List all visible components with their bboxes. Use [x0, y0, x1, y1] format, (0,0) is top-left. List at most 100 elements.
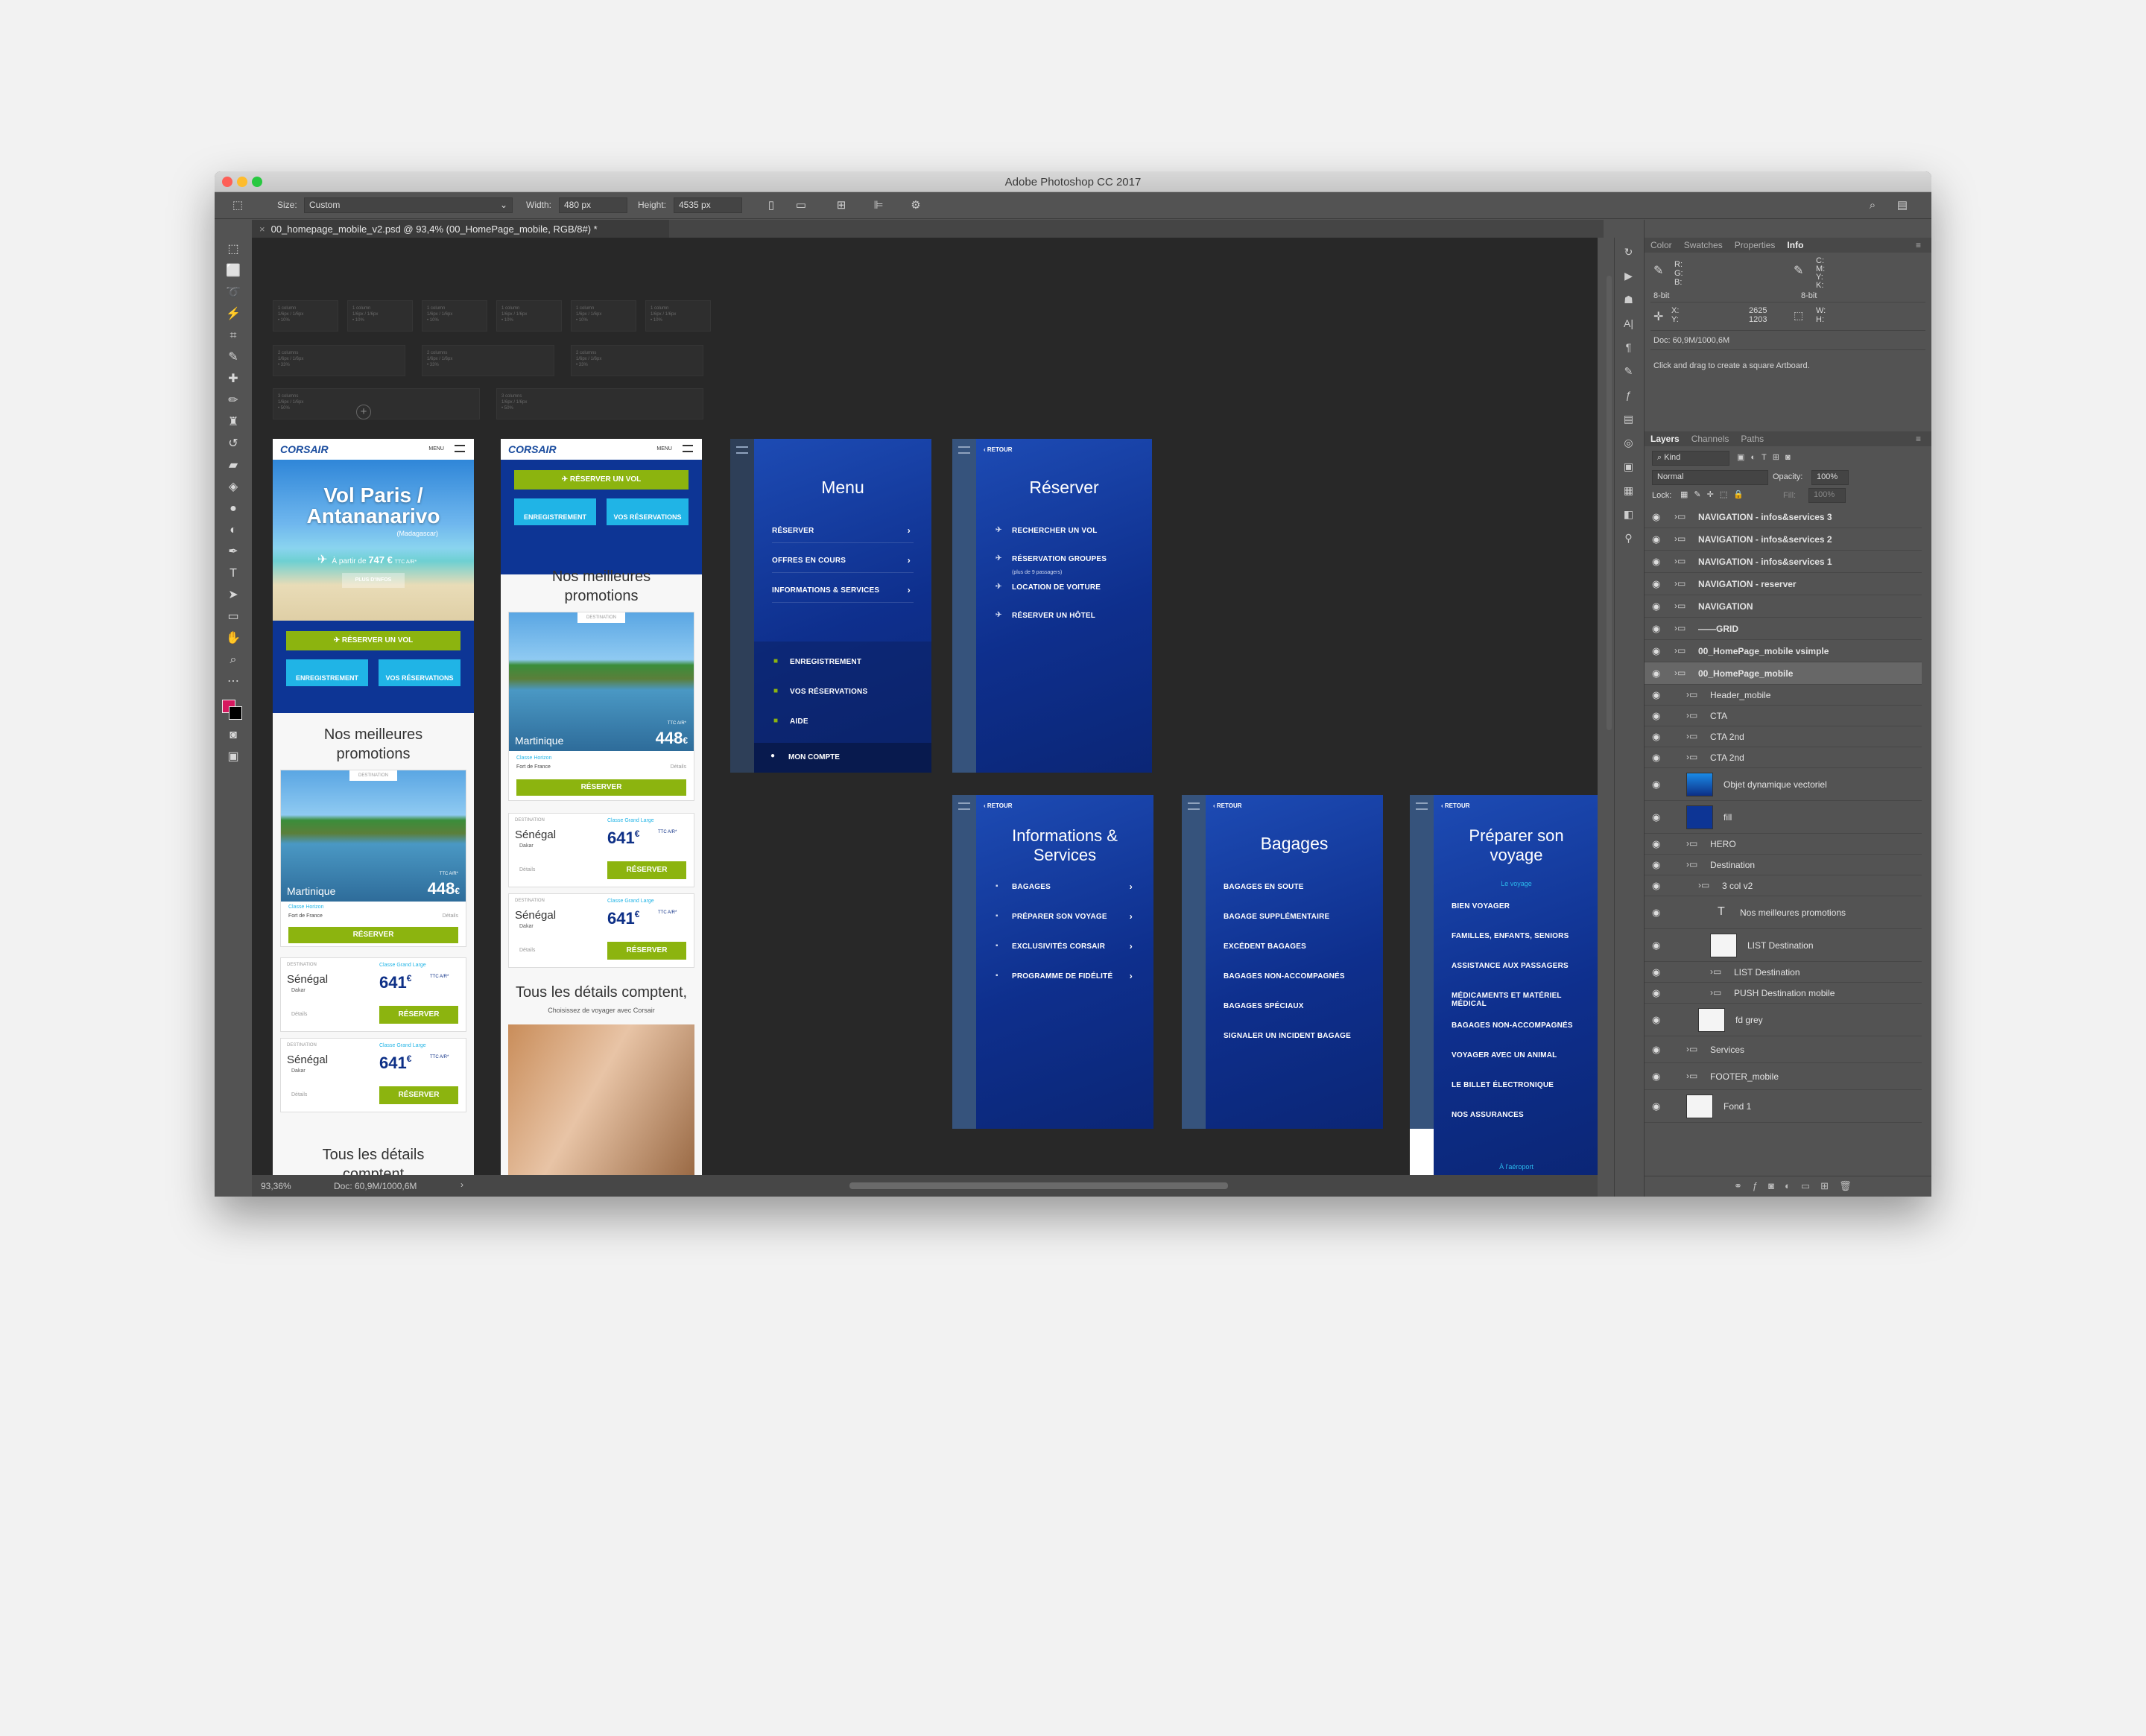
layer-row[interactable]: ◉ ›▭ PUSH Destination mobile: [1645, 983, 1922, 1004]
fx-icon[interactable]: ƒ: [1753, 1180, 1768, 1191]
eye-icon[interactable]: ◉: [1652, 689, 1660, 701]
screen-mode-icon[interactable]: ▣: [222, 747, 244, 767]
quick-mask-icon[interactable]: ◙: [222, 726, 244, 745]
preparer-item[interactable]: LE BILLET ÉLECTRONIQUE: [1452, 1071, 1581, 1097]
menu-item[interactable]: ■ VOS RÉSERVATIONS: [772, 677, 914, 704]
back-link[interactable]: ‹ RETOUR: [1213, 802, 1242, 809]
filter-icons[interactable]: ▣◐T⊞◙: [1737, 452, 1797, 462]
preparer-item[interactable]: NOS ASSURANCES: [1452, 1100, 1581, 1127]
eye-icon[interactable]: ◉: [1652, 578, 1660, 590]
preparer-item[interactable]: ASSISTANCE AUX PASSAGERS: [1452, 951, 1581, 978]
width-field[interactable]: 480 px: [559, 197, 627, 213]
layer-row[interactable]: ◉ ›▭ ——GRID: [1645, 618, 1922, 640]
eye-icon[interactable]: ◉: [1652, 940, 1660, 951]
reserve-flight-button[interactable]: ✈ RÉSERVER UN VOL: [286, 631, 460, 650]
eye-icon[interactable]: ◉: [1652, 907, 1660, 919]
infos-item[interactable]: ▪ EXCLUSIVITÉS CORSAIR ›: [994, 932, 1136, 959]
horizontal-scrollbar[interactable]: [849, 1182, 1228, 1189]
link-icon[interactable]: ⚭: [1734, 1180, 1753, 1191]
eye-icon[interactable]: ◉: [1652, 987, 1660, 999]
list-details[interactable]: Détails: [519, 948, 535, 953]
more-tools-icon[interactable]: ⋯: [222, 672, 244, 691]
gear-icon[interactable]: ⚙: [908, 197, 924, 214]
reserve-flight-button[interactable]: ✈ RÉSERVER UN VOL: [514, 470, 689, 490]
preparer-item[interactable]: BIEN VOYAGER: [1452, 892, 1581, 919]
blur-icon[interactable]: ●: [222, 499, 244, 519]
details-link[interactable]: Détails: [443, 913, 458, 919]
list-destination-card[interactable]: DESTINATION Classe Grand Large Sénégal Daka…: [280, 957, 466, 1032]
layer-row[interactable]: ◉ ›▭ Services: [1645, 1036, 1922, 1063]
character-icon[interactable]: A|: [1619, 314, 1639, 333]
pen-icon[interactable]: ✒: [222, 542, 244, 562]
preparer-bottom-link[interactable]: À l'aéroport: [1434, 1163, 1598, 1170]
add-artboard-plus-icon[interactable]: +: [356, 405, 371, 419]
eye-icon[interactable]: ◉: [1652, 779, 1660, 791]
layer-row[interactable]: ◉ ›▭ NAVIGATION - infos&services 3: [1645, 506, 1922, 528]
height-field[interactable]: 4535 px: [674, 197, 742, 213]
history-brush-icon[interactable]: ↺: [222, 434, 244, 454]
dodge-icon[interactable]: ◐: [222, 521, 244, 540]
menu-item[interactable]: RÉSERVER ›: [772, 516, 914, 543]
tab-properties[interactable]: Properties: [1729, 238, 1782, 253]
fill-field[interactable]: 100%: [1808, 488, 1846, 503]
infos-item[interactable]: ▪ PRÉPARER SON VOYAGE ›: [994, 902, 1136, 929]
layer-row[interactable]: ◉ ›▭ HERO: [1645, 834, 1922, 855]
path-select-icon[interactable]: ➤: [222, 586, 244, 605]
layer-kind-filter[interactable]: ⌕ Kind: [1652, 451, 1729, 466]
brush-icon[interactable]: ✏: [222, 391, 244, 411]
layer-row[interactable]: ◉ ›▭ CTA 2nd: [1645, 747, 1922, 768]
preparer-item[interactable]: VOYAGER AVEC UN ANIMAL: [1452, 1041, 1581, 1068]
hamburger-icon[interactable]: [683, 445, 693, 452]
reserve-button[interactable]: RÉSERVER: [288, 927, 458, 943]
checkin-button[interactable]: ENREGISTREMENT: [286, 659, 368, 686]
canvas-area[interactable]: 1 column 1/6px / 1/6px • 10% 1 column 1/6…: [252, 238, 1598, 1175]
tab-layers[interactable]: Layers: [1645, 431, 1686, 446]
new-layer-icon[interactable]: ⊞: [1820, 1180, 1839, 1191]
back-link[interactable]: ‹ RETOUR: [984, 446, 1013, 453]
list-reserve-button[interactable]: RÉSERVER: [607, 861, 686, 879]
infos-item[interactable]: ▪ BAGAGES ›: [994, 872, 1136, 899]
list-destination-card[interactable]: DESTINATION Classe Grand Large Sénégal Daka…: [508, 893, 694, 968]
menu-item[interactable]: OFFRES EN COURS ›: [772, 546, 914, 573]
folder-icon[interactable]: ▭: [1801, 1180, 1820, 1191]
add-artboard-icon[interactable]: ⊞: [833, 197, 849, 214]
panel-menu-icon[interactable]: ≡: [1910, 431, 1927, 446]
blend-mode-select[interactable]: Normal: [1652, 470, 1768, 485]
eye-icon[interactable]: ◉: [1652, 601, 1660, 612]
size-select[interactable]: Custom ⌄: [304, 197, 513, 213]
tab-channels[interactable]: Channels: [1686, 431, 1735, 446]
layer-row[interactable]: ◉ ›▭ 3 col v2: [1645, 875, 1922, 896]
eye-icon[interactable]: ◉: [1652, 880, 1660, 892]
document-tab[interactable]: × 00_homepage_mobile_v2.psd @ 93,4% (00_H…: [252, 220, 669, 238]
bagages-item[interactable]: BAGAGES NON-ACCOMPAGNÉS: [1224, 962, 1365, 989]
eye-icon[interactable]: ◉: [1652, 731, 1660, 743]
layer-row[interactable]: ◉ ›▭ FOOTER_mobile: [1645, 1063, 1922, 1090]
eye-icon[interactable]: ◉: [1652, 556, 1660, 568]
paragraph-icon[interactable]: ¶: [1619, 338, 1639, 357]
opacity-field[interactable]: 100%: [1811, 470, 1849, 485]
list-details[interactable]: Détails: [291, 1092, 307, 1097]
reserve-button[interactable]: RÉSERVER: [516, 779, 686, 796]
menu-item[interactable]: INFORMATIONS & SERVICES ›: [772, 576, 914, 603]
zoom-level[interactable]: 93,36%: [261, 1181, 291, 1191]
color-swatches[interactable]: [215, 694, 252, 723]
brush-settings-icon[interactable]: ✎: [1619, 361, 1639, 381]
menu-item[interactable]: ■ ENREGISTREMENT: [772, 647, 914, 674]
preparer-item[interactable]: FAMILLES, ENFANTS, SENIORS: [1452, 922, 1581, 948]
creative-cloud-icon[interactable]: ◎: [1619, 433, 1639, 452]
back-link[interactable]: ‹ RETOUR: [984, 802, 1013, 809]
bagages-item[interactable]: BAGAGES EN SOUTE: [1224, 872, 1365, 899]
crop-icon[interactable]: ⌗: [222, 326, 244, 346]
artboard-menu[interactable]: Menu RÉSERVER › OFFRES EN COURS › INFORMATIO…: [730, 439, 931, 773]
history-icon[interactable]: ↻: [1619, 242, 1639, 262]
close-tab-icon[interactable]: ×: [259, 224, 265, 235]
navigator-icon[interactable]: ▣: [1619, 457, 1639, 476]
list-reserve-button[interactable]: RÉSERVER: [379, 1006, 458, 1024]
layer-row[interactable]: ◉ Objet dynamique vectoriel: [1645, 768, 1922, 801]
actions-play-icon[interactable]: ▶: [1619, 266, 1639, 285]
bagages-item[interactable]: BAGAGE SUPPLÉMENTAIRE: [1224, 902, 1365, 929]
eye-icon[interactable]: ◉: [1652, 1100, 1660, 1112]
artboard-icon[interactable]: ⬚: [222, 240, 244, 259]
eye-icon[interactable]: ◉: [1652, 623, 1660, 635]
tab-paths[interactable]: Paths: [1735, 431, 1770, 446]
